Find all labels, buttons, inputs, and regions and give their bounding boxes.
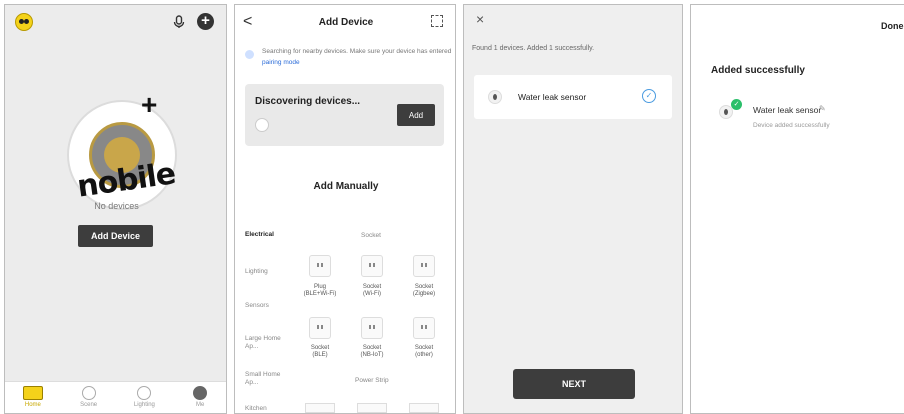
tab-scene[interactable]: Scene [61,382,117,413]
search-hint: Searching for nearby devices. Make sure … [262,46,452,68]
socket-icon[interactable] [361,317,383,339]
avatar[interactable] [15,13,33,31]
socket-subheading: Socket [361,232,381,239]
add-device-button[interactable]: Add Device [78,225,153,247]
water-drop-icon [255,118,269,132]
category-large-home-appliances[interactable]: Large Home Ap... [245,335,291,351]
discovering-label: Discovering devices... [255,96,361,107]
device-card[interactable]: Water leak sensor ✓ [474,75,672,119]
category-lighting[interactable]: Lighting [245,268,291,276]
scan-icon[interactable] [431,15,443,27]
tab-me[interactable]: Me [172,382,226,413]
water-drop-icon [488,90,502,104]
socket-icon[interactable] [413,255,435,277]
device-socket-zigbee[interactable]: Socket (Zigbee) [401,284,447,298]
add-device-screen: < Add Device Searching for nearby device… [234,4,456,414]
power-strip-icon[interactable] [357,403,387,413]
bottom-tab-bar: Home Scene Lighting Me [5,381,226,413]
device-socket-nb-iot[interactable]: Socket (NB-IoT) [349,345,395,359]
home-screen: + + nobile No devices Add Device Home Sc… [4,4,227,414]
hero-plus-icon: + [141,89,158,120]
success-title: Added successfully [711,65,805,76]
device-plug-ble-wifi[interactable]: Plug (BLE+Wi-Fi) [297,284,343,298]
empty-state-text: No devices [94,201,139,211]
category-small-home-appliances[interactable]: Small Home Ap... [245,371,291,387]
added-success-screen: Done Added successfully ✓ Water leak sen… [690,4,904,414]
add-icon[interactable]: + [197,13,214,30]
add-button[interactable]: Add [397,104,435,126]
device-name: Water leak sensor [753,105,822,115]
socket-icon[interactable] [361,255,383,277]
device-name: Water leak sensor [518,92,587,102]
add-manually-title: Add Manually [313,181,379,192]
pairing-mode-link[interactable]: pairing mode [262,59,300,66]
tab-label: Me [195,402,205,408]
power-strip-icon[interactable] [409,403,439,413]
scene-icon [81,386,96,400]
page-title: Add Device [318,17,374,28]
lighting-icon [137,386,152,400]
device-socket-other[interactable]: Socket (other) [401,345,447,359]
socket-icon[interactable] [309,317,331,339]
microphone-icon[interactable] [171,14,187,30]
tab-label: Scene [80,402,98,408]
home-icon [22,386,43,400]
found-devices-screen: × Found 1 devices. Added 1 successfully.… [463,4,683,414]
next-button[interactable]: NEXT [513,369,635,399]
tab-label: Home [24,402,41,408]
socket-icon[interactable] [309,255,331,277]
power-strip-subheading: Power Strip [355,377,389,384]
found-status-text: Found 1 devices. Added 1 successfully. [472,45,595,52]
device-added-status: Device added successfully [753,122,830,129]
me-icon [193,386,208,400]
category-kitchen[interactable]: Kitchen [245,405,291,413]
bluetooth-icon [245,50,254,59]
done-button[interactable]: Done [881,21,904,31]
device-socket-wifi[interactable]: Socket (Wi-Fi) [349,284,395,298]
tab-home[interactable]: Home [5,382,61,413]
socket-icon[interactable] [413,317,435,339]
category-sensors[interactable]: Sensors [245,302,291,310]
discovering-card: Discovering devices... Add [245,84,444,146]
power-strip-icon[interactable] [305,403,335,413]
hint-text: Searching for nearby devices. Make sure … [262,48,452,55]
close-icon[interactable]: × [476,11,484,27]
success-check-icon: ✓ [731,99,742,110]
device-socket-ble[interactable]: Socket (BLE) [297,345,343,359]
category-electrical[interactable]: Electrical [245,231,291,239]
edit-pencil-icon[interactable]: ✎ [819,104,826,113]
tab-label: Lighting [133,402,155,408]
tab-lighting[interactable]: Lighting [117,382,173,413]
check-icon: ✓ [642,89,656,103]
